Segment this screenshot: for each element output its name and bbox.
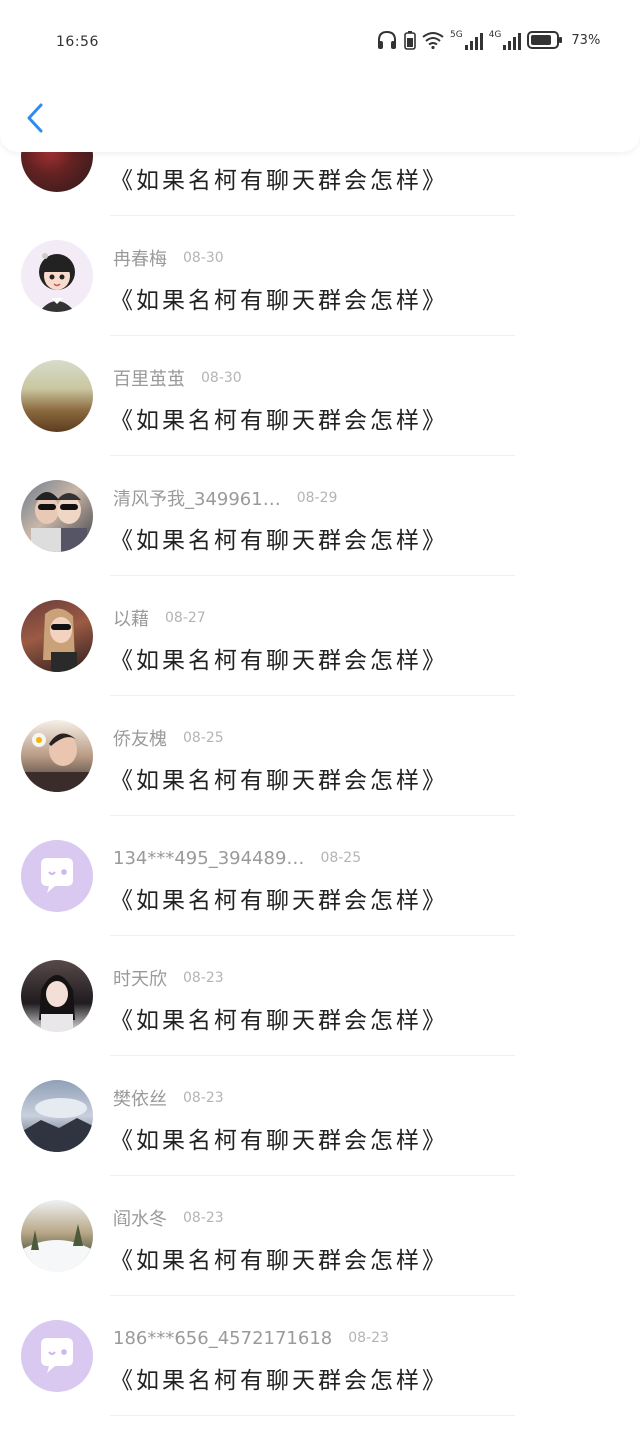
message-date: 08-23 [183, 1210, 224, 1226]
portrait-photo-icon [21, 733, 93, 792]
signal-4g: 4G [488, 29, 522, 50]
list-item-meta: 阎水冬 08-23 [113, 1206, 224, 1230]
list-item[interactable]: 樊依丝 08-23 《如果名柯有聊天群会怎样》 [0, 1056, 640, 1176]
list-item[interactable]: 186***656_4572171618 08-23 《如果名柯有聊天群会怎样》 [0, 1296, 640, 1416]
chat-bubble-icon [41, 858, 73, 893]
message-text: 《如果名柯有聊天群会怎样》 [110, 1128, 448, 1154]
sender-name: 清风予我_349961… [113, 489, 281, 510]
sender-name: 以藉 [113, 609, 149, 630]
avatar[interactable] [21, 960, 93, 1032]
sender-name: 阎水冬 [113, 1209, 167, 1230]
sender-name: 时天欣 [113, 969, 167, 990]
divider [110, 1415, 515, 1416]
list-item[interactable]: 冉春梅 08-30 《如果名柯有聊天群会怎样》 [0, 216, 640, 336]
message-text: 《如果名柯有聊天群会怎样》 [110, 528, 448, 554]
sender-name: 侨友槐 [113, 729, 167, 750]
cartoon-avatar-icon [39, 253, 75, 312]
message-list: 《如果名柯有聊天群会怎样》 冉春梅 08-30 《如果名柯有聊天群会怎样》 百里… [0, 96, 640, 1416]
message-date: 08-23 [183, 1090, 224, 1106]
list-item-meta: 186***656_4572171618 08-23 [113, 1326, 389, 1350]
list-item[interactable]: 134***495_394489… 08-25 《如果名柯有聊天群会怎样》 [0, 816, 640, 936]
status-time: 16:56 [56, 34, 99, 50]
portrait-photo-icon [43, 608, 77, 672]
portrait-photo-icon [39, 975, 75, 1032]
list-item[interactable]: 以藉 08-27 《如果名柯有聊天群会怎样》 [0, 576, 640, 696]
message-text: 《如果名柯有聊天群会怎样》 [110, 1368, 448, 1394]
avatar[interactable] [21, 600, 93, 672]
avatar[interactable] [21, 1200, 93, 1272]
battery-small-icon [404, 31, 416, 50]
list-item[interactable]: 清风予我_349961… 08-29 《如果名柯有聊天群会怎样》 [0, 456, 640, 576]
network-4g-label: 4G [488, 29, 502, 40]
sender-name: 134***495_394489… [113, 847, 305, 869]
headphones-icon [378, 30, 396, 49]
status-bar: 16:56 5G 4G 73% [0, 0, 640, 84]
avatar[interactable] [21, 1080, 93, 1152]
avatar[interactable] [21, 480, 93, 552]
message-text: 《如果名柯有聊天群会怎样》 [110, 168, 448, 194]
message-text: 《如果名柯有聊天群会怎样》 [110, 648, 448, 674]
list-item-meta: 134***495_394489… 08-25 [113, 846, 361, 870]
message-text: 《如果名柯有聊天群会怎样》 [110, 1248, 448, 1274]
sender-name: 冉春梅 [113, 249, 167, 270]
status-icons: 5G 4G 73% [376, 28, 600, 52]
battery-percent: 73% [571, 32, 601, 48]
list-item-meta: 樊依丝 08-23 [113, 1086, 224, 1110]
list-item-meta: 百里茧茧 08-30 [113, 366, 242, 390]
list-item[interactable]: 时天欣 08-23 《如果名柯有聊天群会怎样》 [0, 936, 640, 1056]
message-text: 《如果名柯有聊天群会怎样》 [110, 288, 448, 314]
list-item-meta: 侨友槐 08-25 [113, 726, 224, 750]
list-item[interactable]: 百里茧茧 08-30 《如果名柯有聊天群会怎样》 [0, 336, 640, 456]
chat-bubble-icon [41, 1338, 73, 1373]
chevron-left-icon [27, 103, 43, 133]
message-text: 《如果名柯有聊天群会怎样》 [110, 1008, 448, 1034]
list-item-meta: 清风予我_349961… 08-29 [113, 486, 337, 510]
message-date: 08-23 [348, 1330, 389, 1346]
list-item-meta: 以藉 08-27 [113, 606, 206, 630]
sender-name: 樊依丝 [113, 1089, 167, 1110]
signal-bars-icon [464, 32, 483, 50]
back-button[interactable] [20, 100, 50, 136]
avatar[interactable] [21, 840, 93, 912]
landscape-photo-icon [21, 1098, 93, 1152]
list-item-meta: 时天欣 08-23 [113, 966, 224, 990]
message-date: 08-25 [183, 730, 224, 746]
wifi-icon [422, 32, 444, 49]
list-item[interactable]: 阎水冬 08-23 《如果名柯有聊天群会怎样》 [0, 1176, 640, 1296]
signal-5g: 5G [450, 29, 483, 50]
list-item-meta: 冉春梅 08-30 [113, 246, 224, 270]
avatar[interactable] [21, 720, 93, 792]
avatar[interactable] [21, 240, 93, 312]
message-date: 08-23 [183, 970, 224, 986]
message-date: 08-30 [201, 370, 242, 386]
avatar[interactable] [21, 360, 93, 432]
couple-photo-icon [31, 492, 87, 552]
list-item[interactable]: 侨友槐 08-25 《如果名柯有聊天群会怎样》 [0, 696, 640, 816]
message-date: 08-25 [320, 850, 362, 866]
message-text: 《如果名柯有聊天群会怎样》 [110, 408, 448, 434]
message-date: 08-30 [183, 250, 224, 266]
sender-name: 186***656_4572171618 [113, 1327, 333, 1349]
message-text: 《如果名柯有聊天群会怎样》 [110, 768, 448, 794]
avatar[interactable] [21, 1320, 93, 1392]
header: 16:56 5G 4G 73% [0, 0, 640, 152]
signal-bars-icon [503, 32, 522, 50]
network-5g-label: 5G [450, 29, 463, 40]
battery-icon [527, 31, 563, 49]
landscape-photo-icon [21, 1224, 93, 1272]
sender-name: 百里茧茧 [113, 369, 185, 390]
message-text: 《如果名柯有聊天群会怎样》 [110, 888, 448, 914]
message-date: 08-29 [296, 490, 338, 506]
message-date: 08-27 [165, 610, 206, 626]
